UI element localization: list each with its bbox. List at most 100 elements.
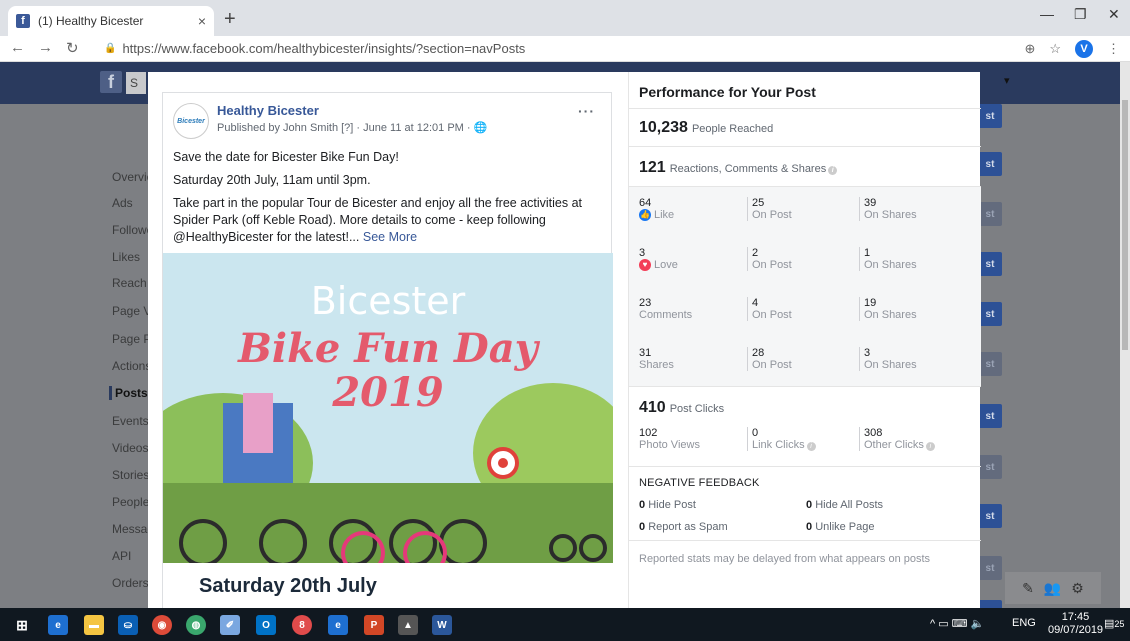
- info-icon[interactable]: i: [828, 166, 838, 175]
- boost-post-button[interactable]: st: [978, 600, 1002, 608]
- boost-post-button[interactable]: st: [978, 556, 1002, 580]
- boost-post-button[interactable]: st: [978, 152, 1002, 176]
- sidebar-item[interactable]: Page Previews: [112, 332, 152, 346]
- comments-total: 23: [639, 297, 652, 309]
- search-input[interactable]: S: [126, 72, 146, 94]
- sidebar-item[interactable]: Reach: [112, 276, 152, 290]
- sidebar-item[interactable]: Stories: [112, 468, 152, 482]
- reactions-section: 121 Reactions, Comments & Shares i: [629, 146, 981, 184]
- pen-app-icon[interactable]: ✐: [220, 615, 240, 635]
- on-shares-label: On Shares: [864, 359, 917, 371]
- powerpoint-icon[interactable]: P: [364, 615, 384, 635]
- love-label: Love: [654, 259, 678, 271]
- see-more-link[interactable]: See More: [363, 230, 417, 244]
- clock[interactable]: 17:45 09/07/2019: [1048, 611, 1103, 637]
- file-explorer-icon[interactable]: ▬: [84, 615, 104, 635]
- url-field[interactable]: 🔒 https://www.facebook.com/healthybicest…: [104, 41, 525, 56]
- photos-icon[interactable]: ▲: [398, 615, 418, 635]
- notifications-icon[interactable]: ▤25: [1104, 617, 1124, 630]
- minimize-icon[interactable]: —: [1040, 6, 1054, 22]
- scrollbar-thumb[interactable]: [1122, 100, 1128, 350]
- close-tab-icon[interactable]: ×: [198, 13, 206, 29]
- menu-icon[interactable]: ⋮: [1107, 41, 1120, 57]
- store-icon[interactable]: ⛀: [118, 615, 138, 635]
- app-icon[interactable]: ◍: [186, 615, 206, 635]
- sidebar-item[interactable]: Overview: [112, 170, 152, 184]
- info-icon[interactable]: i: [925, 442, 935, 451]
- sidebar-item[interactable]: Page Views: [112, 304, 152, 318]
- sidebar-item[interactable]: API: [112, 549, 152, 563]
- on-post-label: On Post: [752, 359, 792, 371]
- shares-on-shares: 3: [864, 347, 871, 359]
- sidebar-item[interactable]: Actions on Page: [112, 359, 152, 373]
- image-year: 2019: [332, 369, 444, 416]
- on-shares-label: On Shares: [864, 259, 917, 271]
- close-window-icon[interactable]: ✕: [1108, 6, 1120, 23]
- sidebar-item[interactable]: Orders: [112, 576, 152, 590]
- internet-explorer-icon[interactable]: e: [328, 615, 348, 635]
- more-options-icon[interactable]: ···: [578, 103, 595, 119]
- boost-post-button[interactable]: st: [978, 202, 1002, 226]
- people-reached-label: People Reached: [691, 123, 774, 135]
- boost-post-button[interactable]: st: [978, 504, 1002, 528]
- post-image[interactable]: Bicester Bike Fun Day 2019 Saturday 20th…: [163, 253, 613, 608]
- image-title: Bicester: [310, 279, 466, 323]
- profile-avatar[interactable]: V: [1075, 40, 1093, 58]
- star-icon[interactable]: ☆: [1049, 41, 1061, 57]
- chrome-icon[interactable]: ◉: [152, 615, 172, 635]
- language-indicator[interactable]: ENG: [1012, 617, 1036, 629]
- page-avatar[interactable]: Bicester: [173, 103, 209, 139]
- boost-post-button[interactable]: st: [978, 404, 1002, 428]
- people-reached-value: 10,238: [639, 119, 688, 136]
- outlook-icon[interactable]: O: [256, 615, 276, 635]
- new-tab-button[interactable]: +: [224, 8, 236, 31]
- back-icon[interactable]: ←: [10, 39, 25, 56]
- info-icon[interactable]: i: [806, 442, 816, 451]
- facebook-logo-icon[interactable]: f: [100, 71, 122, 93]
- love-total: 3: [639, 247, 646, 259]
- word-icon[interactable]: W: [432, 615, 452, 635]
- browser-tab[interactable]: f (1) Healthy Bicester ×: [8, 6, 214, 36]
- reload-icon[interactable]: ↻: [66, 39, 79, 57]
- sidebar-item[interactable]: Messages: [112, 522, 152, 536]
- shares-label: Shares: [639, 359, 674, 371]
- boost-post-button[interactable]: st: [978, 104, 1002, 128]
- page-name-link[interactable]: Healthy Bicester: [217, 103, 319, 118]
- post-text-line: Save the date for Bicester Bike Fun Day!: [173, 150, 399, 164]
- gear-icon[interactable]: ⚙: [1071, 580, 1084, 597]
- post-text-line: Saturday 20th July, 11am until 3pm.: [173, 173, 371, 187]
- sidebar-item[interactable]: Followers: [112, 223, 152, 237]
- sidebar-item[interactable]: Videos: [112, 441, 152, 455]
- panel-title: Performance for Your Post: [639, 84, 816, 100]
- sidebar-item[interactable]: People: [112, 495, 152, 509]
- edge-icon[interactable]: e: [48, 615, 68, 635]
- image-subtitle: Bike Fun Day: [238, 325, 538, 372]
- boost-post-button[interactable]: st: [978, 252, 1002, 276]
- unlike-value: 0: [806, 521, 813, 533]
- sidebar-item[interactable]: Posts: [109, 386, 149, 400]
- like-total: 64: [639, 197, 652, 209]
- lock-icon: 🔒: [104, 43, 117, 54]
- boost-post-button[interactable]: st: [978, 302, 1002, 326]
- tray-icons[interactable]: ^ ▭ ⌨ 🔈: [930, 617, 984, 630]
- boost-post-button[interactable]: st: [978, 455, 1002, 479]
- maximize-icon[interactable]: ❐: [1074, 6, 1087, 23]
- sidebar-item[interactable]: Ads: [112, 196, 152, 210]
- boost-post-button[interactable]: st: [978, 352, 1002, 376]
- sidebar-item[interactable]: Likes: [112, 250, 152, 264]
- browser-tab-strip: f (1) Healthy Bicester × + — ❐ ✕: [0, 0, 1130, 36]
- contacts-icon[interactable]: 👥: [1044, 580, 1061, 597]
- sidebar-item[interactable]: Events: [112, 414, 152, 428]
- forward-icon[interactable]: →: [38, 39, 53, 56]
- reach-section: 10,238 People Reached: [629, 108, 981, 144]
- photo-views-label: Photo Views: [639, 439, 700, 451]
- compose-icon[interactable]: ✎: [1022, 580, 1034, 597]
- tab-title: (1) Healthy Bicester: [38, 14, 144, 28]
- notification-count: 25: [1114, 619, 1125, 629]
- 8x8-icon[interactable]: 8: [292, 615, 312, 635]
- shares-total: 31: [639, 347, 652, 359]
- chevron-down-icon[interactable]: ▾: [1004, 74, 1010, 87]
- zoom-icon[interactable]: ⊕: [1024, 41, 1035, 57]
- love-on-post: 2: [752, 247, 759, 259]
- windows-start-icon[interactable]: ⊞: [12, 615, 32, 635]
